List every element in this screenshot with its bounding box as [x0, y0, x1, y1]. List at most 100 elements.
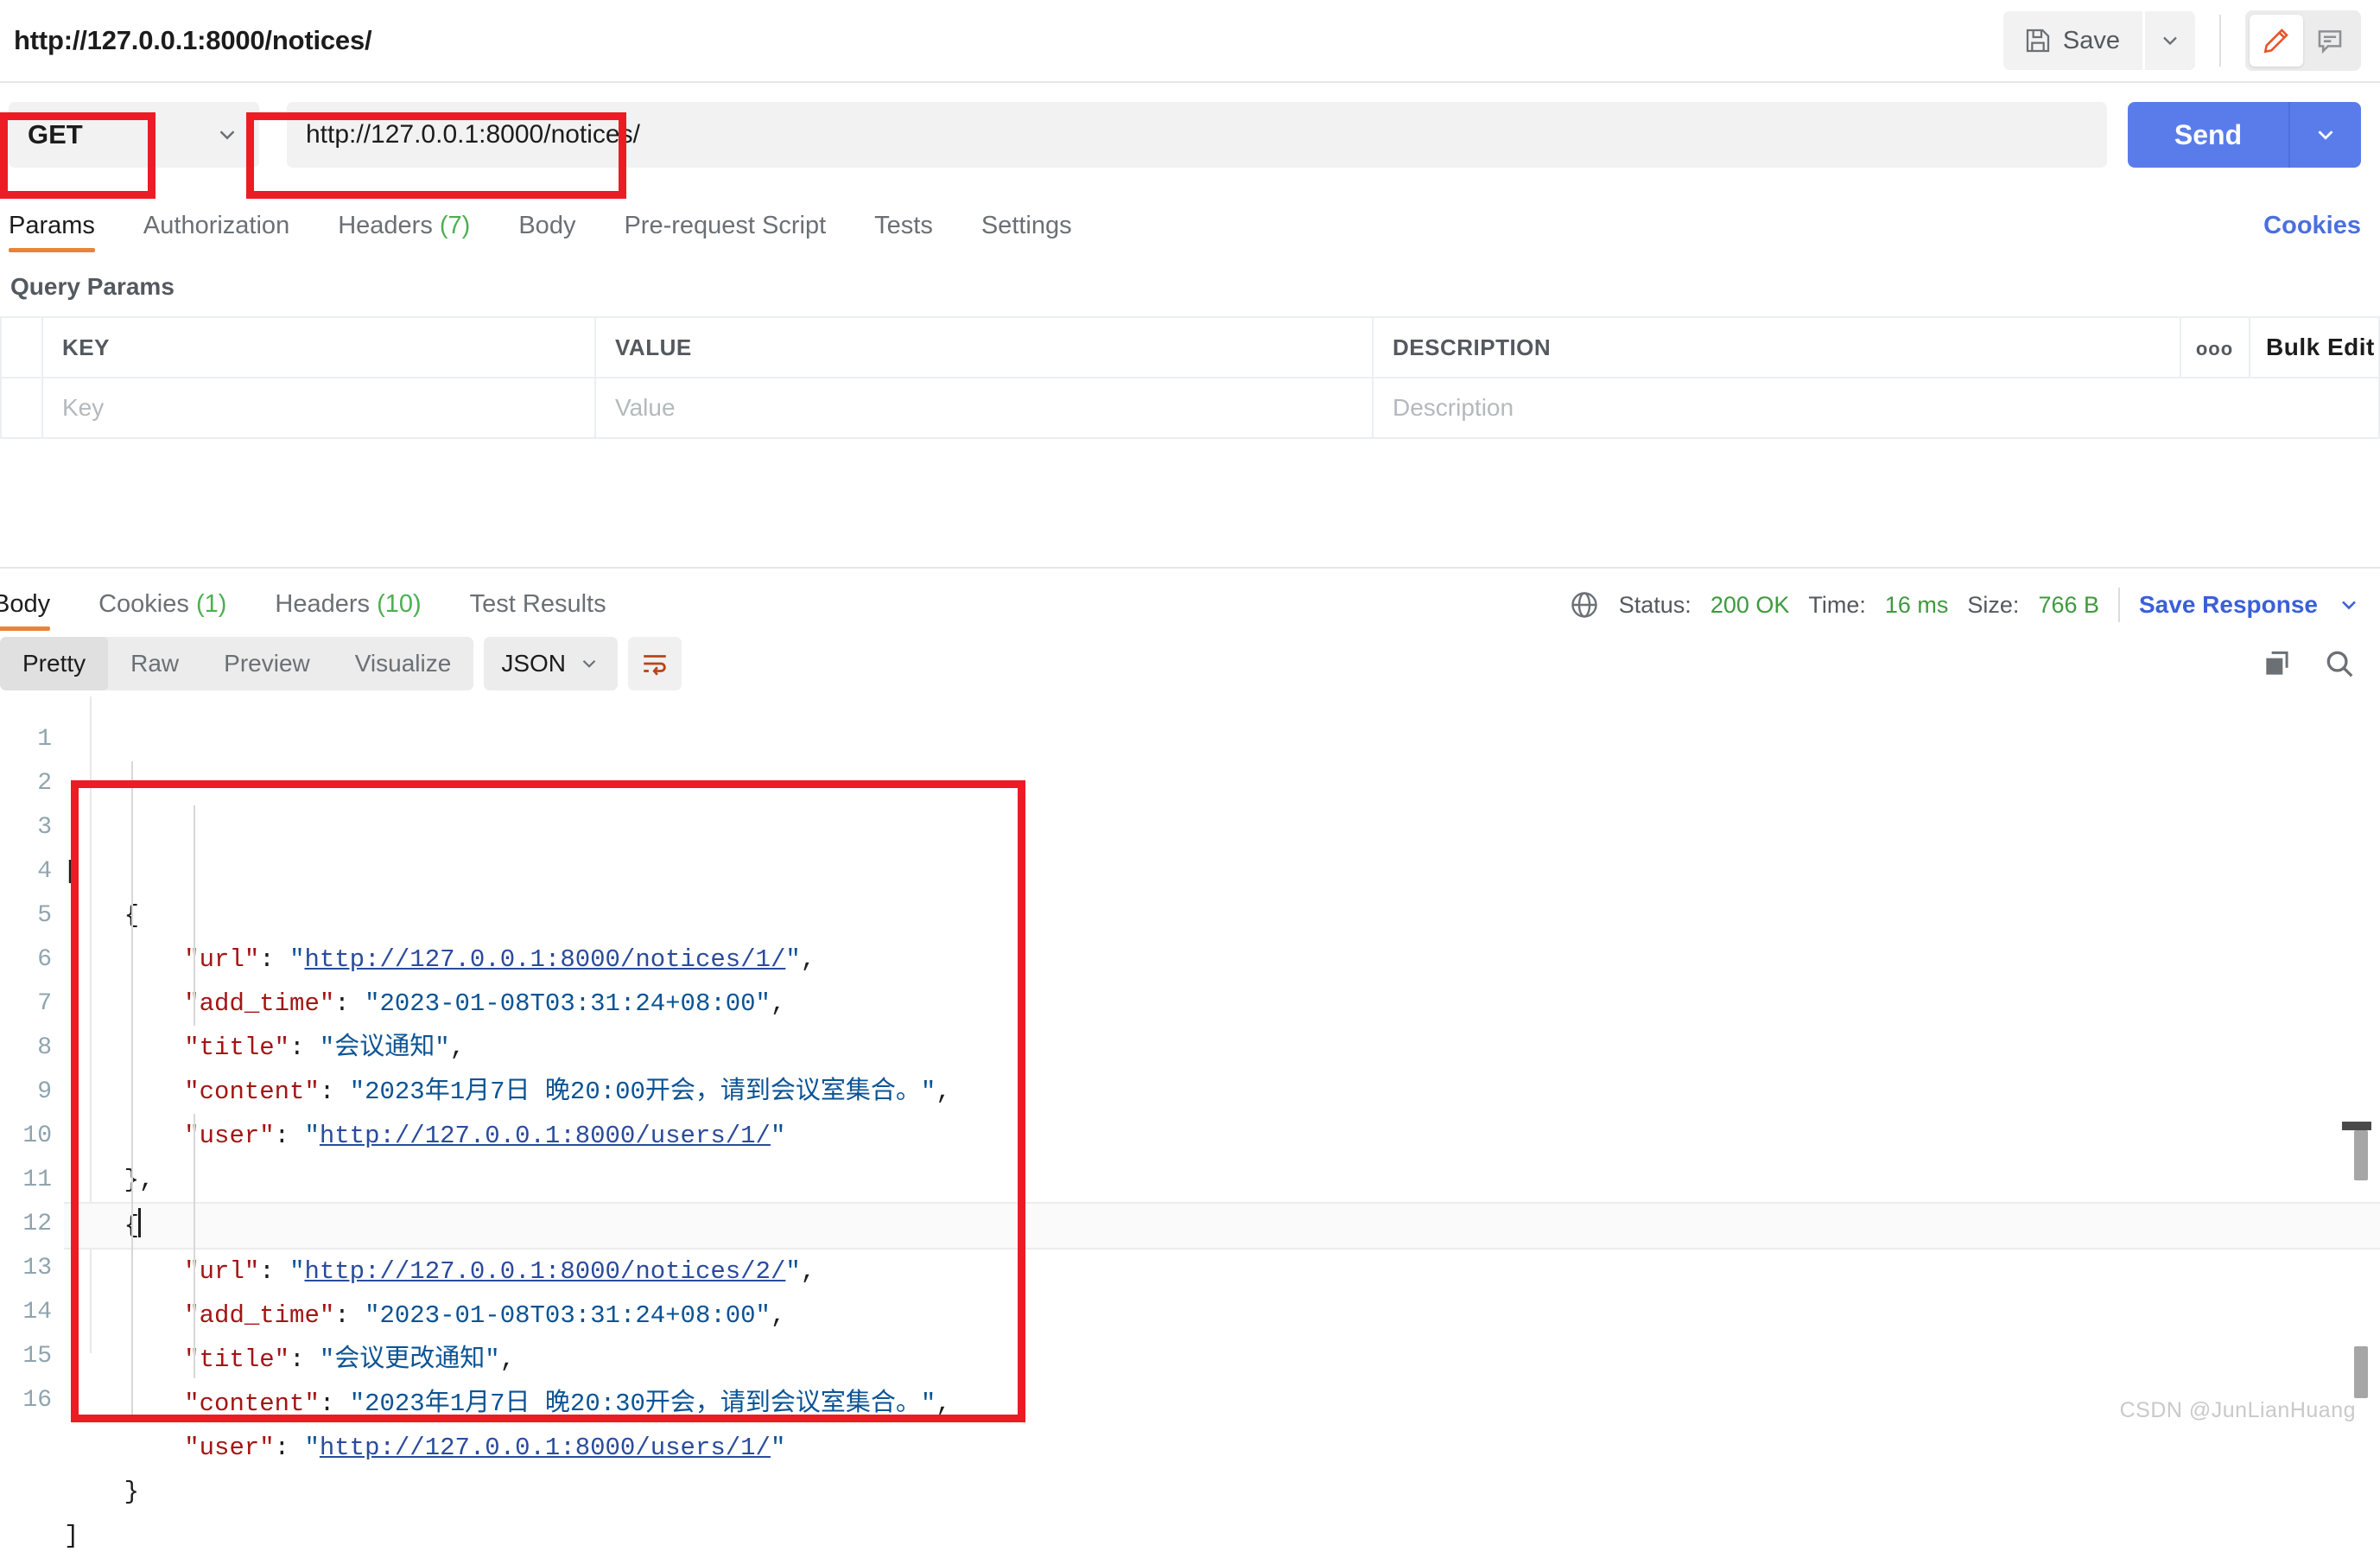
tab-body[interactable]: Body — [518, 212, 575, 252]
vertical-scrollbar-thumb-secondary[interactable] — [2354, 1346, 2368, 1398]
cookies-link[interactable]: Cookies — [2263, 212, 2361, 252]
json-token: : — [289, 1345, 320, 1374]
response-tab-test-results[interactable]: Test Results — [470, 590, 606, 631]
edit-mode-button[interactable] — [2250, 15, 2303, 67]
json-link[interactable]: http://127.0.0.1:8000/notices/2/ — [304, 1257, 785, 1286]
code-line[interactable]: "user": "http://127.0.0.1:8000/users/1/" — [64, 1426, 2380, 1470]
code-line[interactable]: } — [64, 1470, 2380, 1514]
json-token: : — [334, 1301, 365, 1330]
json-token: " — [304, 1122, 320, 1150]
code-line[interactable]: "add_time": "2023-01-08T03:31:24+08:00", — [64, 982, 2380, 1026]
code-line[interactable]: "user": "http://127.0.0.1:8000/users/1/" — [64, 1114, 2380, 1158]
query-params-table: KEY VALUE DESCRIPTION ooo Bulk Edit Key … — [0, 316, 2380, 439]
table-row[interactable]: Key Value Description — [0, 377, 2380, 439]
line-number: 2 — [37, 770, 52, 797]
page-title: http://127.0.0.1:8000/notices/ — [14, 25, 372, 55]
chevron-down-icon — [214, 122, 240, 148]
code-line[interactable]: "content": "2023年1月7日 晚20:30开会，请到会议室集合。"… — [64, 1382, 2380, 1426]
code-line[interactable]: [ — [64, 849, 2380, 893]
tab-settings[interactable]: Settings — [981, 212, 1072, 252]
description-input[interactable]: Description — [1372, 377, 2380, 439]
method-label: GET — [28, 119, 83, 149]
line-number: 16 — [22, 1387, 52, 1414]
code-line[interactable]: { — [64, 1202, 2380, 1250]
code-line[interactable]: "add_time": "2023-01-08T03:31:24+08:00", — [64, 1294, 2380, 1338]
json-code-content[interactable]: [ { "url": "http://127.0.0.1:8000/notice… — [64, 696, 2380, 1550]
key-input[interactable]: Key — [41, 377, 596, 439]
body-view-pretty[interactable]: Pretty — [0, 637, 109, 690]
request-tabs: Params Authorization Headers (7) Body Pr… — [0, 187, 2380, 252]
body-view-raw[interactable]: Raw — [108, 637, 201, 690]
code-line[interactable]: { — [64, 893, 2380, 938]
json-token: , — [499, 1345, 516, 1374]
wrap-lines-button[interactable] — [628, 637, 682, 690]
response-body-viewer[interactable]: 12345678910111213141516 [ { "url": "http… — [0, 696, 2380, 1550]
table-options-button[interactable]: ooo — [2180, 316, 2250, 378]
tab-pre-request-script[interactable]: Pre-request Script — [624, 212, 826, 252]
chevron-down-icon — [2158, 29, 2182, 53]
copy-icon[interactable] — [2261, 647, 2294, 680]
tab-params[interactable]: Params — [9, 212, 95, 252]
json-link[interactable]: http://127.0.0.1:8000/notices/1/ — [304, 945, 785, 974]
status-label: Status: — [1618, 591, 1691, 618]
json-link[interactable]: http://127.0.0.1:8000/users/1/ — [320, 1122, 771, 1150]
json-token: "2023年1月7日 晚20:30开会，请到会议室集合。" — [349, 1389, 936, 1418]
json-token: [ — [64, 857, 79, 886]
line-number: 3 — [37, 814, 52, 841]
tab-tests[interactable]: Tests — [874, 212, 933, 252]
json-token: : — [334, 989, 365, 1018]
response-tab-body[interactable]: Body — [0, 590, 51, 631]
url-input[interactable]: http://127.0.0.1:8000/notices/ — [287, 102, 2107, 168]
json-token: "add_time" — [184, 989, 335, 1018]
json-link[interactable]: http://127.0.0.1:8000/users/1/ — [320, 1434, 771, 1462]
code-line[interactable]: "url": "http://127.0.0.1:8000/notices/2/… — [64, 1250, 2380, 1294]
vertical-scrollbar-thumb[interactable] — [2354, 1130, 2368, 1180]
send-options-caret[interactable] — [2288, 102, 2361, 168]
json-token: "title" — [184, 1345, 290, 1374]
response-tab-cookies[interactable]: Cookies (1) — [98, 590, 226, 631]
json-token: : — [274, 1122, 305, 1150]
size-label: Size: — [1967, 591, 2020, 618]
send-button[interactable]: Send — [2128, 102, 2288, 168]
chevron-down-icon — [578, 652, 600, 675]
tab-authorization[interactable]: Authorization — [143, 212, 289, 252]
json-token: , — [800, 1257, 816, 1286]
json-token: : — [319, 1389, 350, 1418]
tab-body-label: Body — [518, 212, 576, 239]
body-view-visualize[interactable]: Visualize — [333, 637, 474, 690]
code-line[interactable]: ] — [64, 1514, 2380, 1558]
chevron-down-icon — [2313, 122, 2339, 148]
json-token: , — [449, 1033, 466, 1062]
comments-button[interactable] — [2303, 15, 2357, 67]
code-line[interactable]: "url": "http://127.0.0.1:8000/notices/1/… — [64, 938, 2380, 982]
column-header-key: KEY — [41, 316, 596, 378]
chevron-down-icon[interactable] — [2337, 593, 2361, 617]
tab-headers[interactable]: Headers (7) — [338, 212, 470, 252]
json-token: " — [770, 1434, 786, 1462]
comment-icon — [2315, 26, 2345, 55]
method-selector[interactable]: GET — [9, 102, 259, 168]
value-input[interactable]: Value — [594, 377, 1374, 439]
json-token: "2023-01-08T03:31:24+08:00" — [365, 989, 771, 1018]
json-token: " — [785, 945, 801, 974]
json-token: }, — [124, 1166, 155, 1194]
search-icon[interactable] — [2323, 647, 2356, 680]
save-options-caret[interactable] — [2145, 11, 2195, 70]
response-tab-headers[interactable]: Headers (10) — [275, 590, 421, 631]
format-selector[interactable]: JSON — [484, 637, 618, 690]
json-token: "会议通知" — [319, 1033, 450, 1062]
code-line[interactable]: "title": "会议通知", — [64, 1026, 2380, 1070]
column-header-value: VALUE — [594, 316, 1374, 378]
json-token: "user" — [184, 1434, 275, 1462]
body-view-preview[interactable]: Preview — [201, 637, 333, 690]
line-number: 15 — [22, 1343, 52, 1370]
save-button[interactable]: Save — [2002, 11, 2142, 70]
save-response-button[interactable]: Save Response — [2139, 591, 2318, 619]
code-line[interactable]: }, — [64, 1158, 2380, 1202]
code-line[interactable]: "content": "2023年1月7日 晚20:00开会，请到会议室集合。"… — [64, 1070, 2380, 1114]
row-checkbox[interactable] — [0, 377, 43, 439]
globe-icon — [1569, 589, 1600, 620]
bulk-edit-button[interactable]: Bulk Edit — [2249, 316, 2380, 378]
line-number: 9 — [37, 1078, 52, 1105]
code-line[interactable]: "title": "会议更改通知", — [64, 1338, 2380, 1382]
